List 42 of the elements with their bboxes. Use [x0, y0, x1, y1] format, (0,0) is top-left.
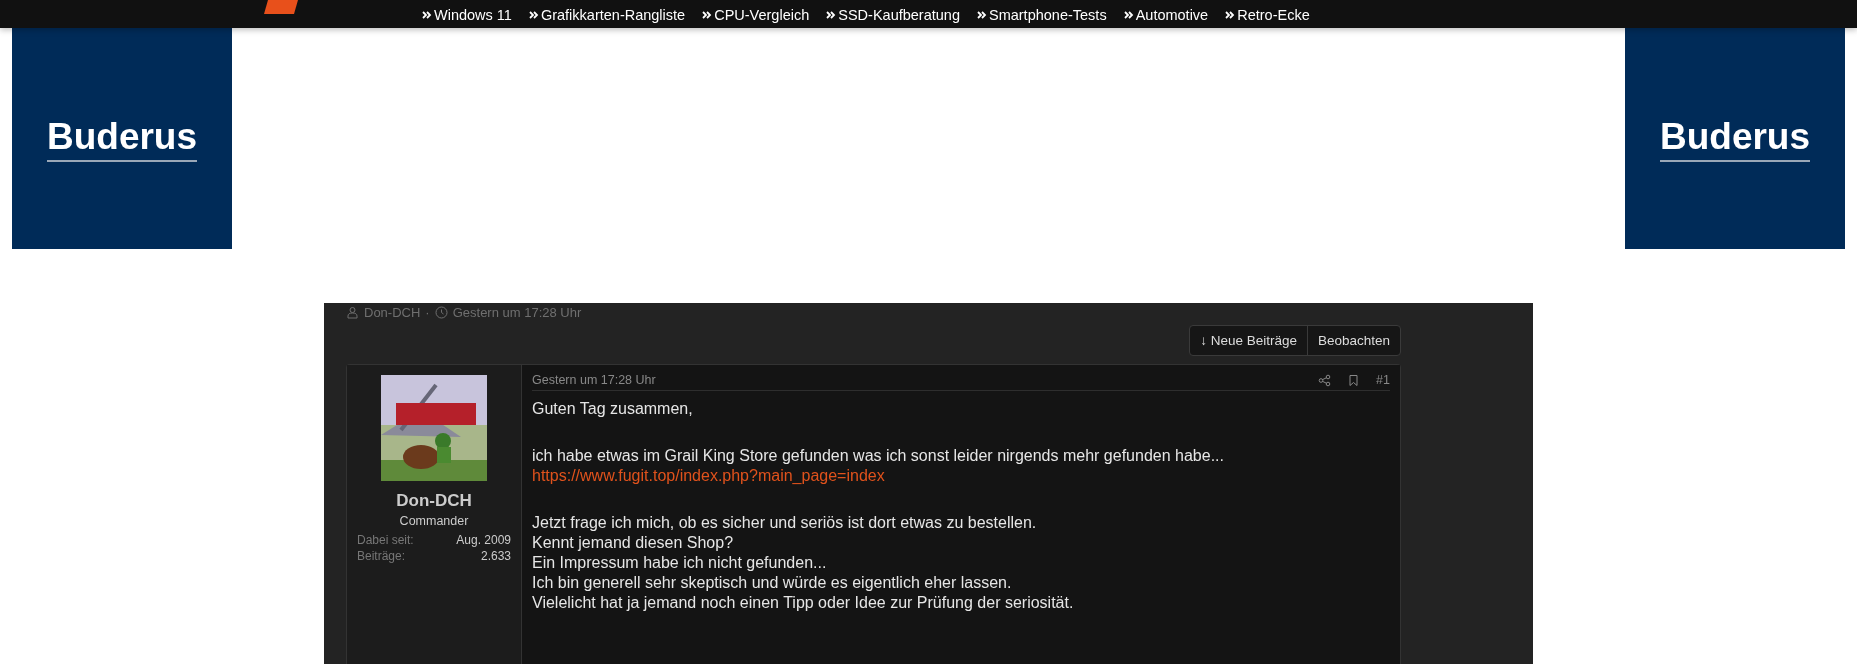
chevrons-icon — [528, 10, 539, 20]
nav-link[interactable]: Automotive — [1123, 7, 1209, 23]
chevrons-icon — [422, 10, 432, 20]
stat-label: Dabei seit: — [357, 533, 415, 547]
user-rank: Commander — [399, 514, 469, 528]
thread-date: Gestern um 17:28 Uhr — [452, 305, 582, 320]
new-posts-button[interactable]: ↓ Neue Beiträge — [1190, 326, 1307, 355]
chevrons-icon — [826, 10, 837, 20]
post-text: Ich bin generell sehr skeptisch und würde es eigentlich eher lassen. — [532, 573, 1012, 593]
ad-banner[interactable]: Buderus — [12, 28, 232, 249]
post-text: Jetzt frage ich mich, ob es sicher und seriös ist dort etwas zu bestellen. — [532, 513, 1037, 533]
user-icon — [346, 306, 359, 319]
post-text: Vielelicht hat ja jemand noch einen Tipp oder Idee zur Prüfung der seriosität. — [532, 593, 1074, 613]
chevrons-icon — [976, 10, 987, 20]
username[interactable]: Don-DCH — [396, 491, 472, 511]
nav-link[interactable]: Smartphone-Tests — [976, 7, 1107, 23]
separator: · — [425, 305, 430, 320]
stat-label: Beiträge: — [357, 549, 407, 563]
clock-icon — [434, 306, 448, 319]
post-date[interactable]: Gestern um 17:28 Uhr — [532, 373, 656, 387]
share-icon[interactable] — [1318, 373, 1332, 387]
post-text: Guten Tag zusammen, — [532, 399, 693, 419]
chevrons-icon — [1225, 10, 1236, 20]
post-text: ich habe etwas im Grail King Store gefunden was ich sonst leider nirgends mehr gefunden habe... — [532, 446, 1224, 466]
post-text: Ein Impressum habe ich nicht gefunden... — [532, 553, 827, 573]
ad-banner[interactable]: Buderus — [1625, 28, 1845, 249]
watch-button[interactable]: Beobachten — [1306, 326, 1400, 355]
post-number[interactable]: #1 — [1376, 373, 1390, 387]
stat-value: Aug. 2009 — [456, 533, 511, 547]
nav-link[interactable]: Retro-Ecke — [1225, 7, 1310, 23]
bookmark-icon[interactable] — [1347, 373, 1361, 387]
nav-link[interactable]: Windows 11 — [422, 7, 512, 23]
stat-value: 2.633 — [479, 549, 511, 563]
brand-logo: Buderus — [1659, 115, 1811, 162]
chevrons-icon — [702, 10, 713, 20]
nav-link[interactable]: CPU-Vergleich — [702, 7, 810, 23]
brand-logo: Buderus — [46, 115, 198, 162]
post-link[interactable]: https://www.fugit.top/index.php?main_page=index — [532, 466, 885, 486]
nav-link[interactable]: SSD-Kaufberatung — [826, 7, 960, 23]
post-text: Kennt jemand diesen Shop? — [532, 533, 734, 553]
chevrons-icon — [1123, 10, 1134, 20]
nav-link[interactable]: Grafikkarten-Rangliste — [528, 7, 686, 23]
